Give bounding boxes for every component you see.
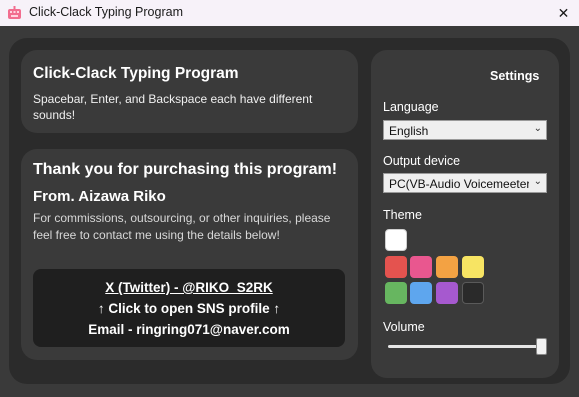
header-card: Click-Clack Typing Program Spacebar, Ent… bbox=[21, 50, 358, 133]
program-description: Spacebar, Enter, and Backspace each have… bbox=[33, 92, 313, 122]
chevron-down-icon: ⌄ bbox=[533, 123, 542, 134]
close-button[interactable]: ✕ bbox=[548, 0, 579, 26]
thanks-card: Thank you for purchasing this program! F… bbox=[21, 149, 358, 360]
theme-swatch-yellow[interactable] bbox=[462, 256, 484, 278]
program-title: Click-Clack Typing Program bbox=[33, 65, 239, 82]
theme-swatch-white[interactable] bbox=[385, 229, 407, 251]
twitter-link[interactable]: X (Twitter) - @RIKO_S2RK bbox=[33, 280, 345, 295]
output-device-label: Output device bbox=[383, 154, 461, 168]
volume-slider-thumb[interactable] bbox=[536, 338, 547, 355]
window-title: Click-Clack Typing Program bbox=[29, 5, 183, 19]
settings-panel: Settings Language English ⌄ Output devic… bbox=[371, 50, 559, 378]
theme-swatch-red[interactable] bbox=[385, 256, 407, 278]
theme-swatch-orange[interactable] bbox=[436, 256, 458, 278]
settings-title: Settings bbox=[490, 69, 540, 83]
app-icon bbox=[8, 6, 21, 19]
contact-box: X (Twitter) - @RIKO_S2RK ↑ Click to open… bbox=[33, 269, 345, 347]
theme-swatch-blue[interactable] bbox=[410, 282, 432, 304]
theme-swatch-pink[interactable] bbox=[410, 256, 432, 278]
author-name: From. Aizawa Riko bbox=[33, 188, 166, 205]
theme-swatch-green[interactable] bbox=[385, 282, 407, 304]
theme-label: Theme bbox=[383, 208, 422, 222]
volume-slider-track[interactable] bbox=[388, 345, 543, 348]
contact-description: For commissions, outsourcing, or other i… bbox=[33, 211, 331, 242]
close-icon: ✕ bbox=[557, 4, 570, 21]
chevron-down-icon: ⌄ bbox=[533, 176, 542, 187]
sns-hint: ↑ Click to open SNS profile ↑ bbox=[97, 301, 281, 316]
theme-swatch-dark[interactable] bbox=[462, 282, 484, 304]
title-bar: Click-Clack Typing Program ✕ bbox=[0, 0, 579, 26]
output-device-value: PC(VB-Audio Voicemeeter bbox=[389, 177, 529, 191]
theme-swatch-purple[interactable] bbox=[436, 282, 458, 304]
language-select[interactable]: English ⌄ bbox=[383, 120, 547, 140]
volume-label: Volume bbox=[383, 320, 425, 334]
thanks-title: Thank you for purchasing this program! bbox=[33, 161, 338, 178]
language-value: English bbox=[389, 124, 429, 138]
output-device-select[interactable]: PC(VB-Audio Voicemeeter ⌄ bbox=[383, 173, 547, 193]
email-text: Email - ringring071@naver.com bbox=[88, 322, 290, 337]
language-label: Language bbox=[383, 100, 439, 114]
